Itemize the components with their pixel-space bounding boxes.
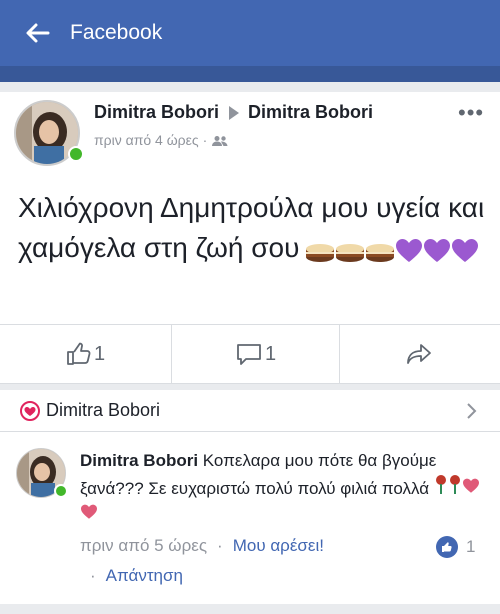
- comment-like-count[interactable]: 1: [436, 536, 475, 558]
- reply-button[interactable]: · Απάντηση: [90, 566, 183, 586]
- post-time[interactable]: πριν από 4 ώρες: [94, 132, 199, 148]
- chevron-right-icon: [467, 403, 477, 419]
- author-name[interactable]: Dimitra Bobori: [94, 102, 219, 122]
- thumbs-up-icon: [67, 342, 91, 365]
- heart-reaction-icon: [20, 401, 40, 421]
- post-emojis: [305, 230, 479, 270]
- cake-icon: [306, 244, 335, 263]
- reply-label: Απάντηση: [105, 566, 183, 585]
- purple-heart-icon: [452, 239, 479, 263]
- friends-icon: [212, 136, 228, 147]
- rose-icon: [449, 475, 460, 494]
- rose-icon: [435, 475, 446, 494]
- post-meta: πριν από 4 ώρες ·: [94, 132, 229, 148]
- comment-button[interactable]: 1: [172, 325, 340, 383]
- comment-body: Dimitra Bobori Κοπελαρα μου πότε θα βγού…: [80, 448, 490, 528]
- post-body: Χιλιόχρονη Δημητρούλα μου υγεία και χαμό…: [18, 188, 488, 270]
- comment-like-button[interactable]: Μου αρέσει!: [233, 536, 324, 555]
- comment-count: 1: [264, 342, 277, 365]
- more-options-icon[interactable]: •••: [458, 102, 484, 124]
- comment-author[interactable]: Dimitra Bobori: [80, 451, 198, 470]
- comment-icon: [237, 344, 261, 365]
- purple-heart-icon: [396, 239, 423, 263]
- purple-heart-icon: [424, 239, 451, 263]
- app-header: Facebook: [0, 0, 500, 66]
- reactions-row[interactable]: Dimitra Bobori: [0, 390, 500, 432]
- cake-icon: [336, 244, 365, 263]
- heart-icon: [462, 478, 479, 493]
- comments-section: Dimitra Bobori Dimitra Bobori Κοπελαρα μ…: [0, 390, 500, 604]
- triangle-right-icon: [229, 105, 240, 120]
- target-name[interactable]: Dimitra Bobori: [248, 102, 373, 122]
- back-arrow-icon[interactable]: [24, 20, 50, 46]
- post-card: Dimitra Bobori Dimitra Bobori πριν από 4 …: [0, 92, 500, 384]
- header-divider: [0, 66, 500, 82]
- heart-icon: [81, 504, 97, 519]
- reactor-name: Dimitra Bobori: [46, 400, 161, 420]
- cake-icon: [366, 244, 395, 263]
- comment-time[interactable]: πριν από 5 ώρες: [80, 536, 207, 555]
- online-status-dot: [68, 146, 84, 162]
- online-status-dot: [54, 484, 68, 498]
- app-title: Facebook: [70, 21, 163, 44]
- post-header: Dimitra Bobori Dimitra Bobori: [94, 102, 373, 123]
- thumbs-up-badge-icon: [436, 536, 458, 558]
- share-button[interactable]: [340, 325, 500, 383]
- like-button[interactable]: 1: [0, 325, 172, 383]
- post-actions: 1 1: [0, 324, 500, 383]
- like-count: 1: [93, 342, 106, 365]
- share-icon: [407, 344, 431, 364]
